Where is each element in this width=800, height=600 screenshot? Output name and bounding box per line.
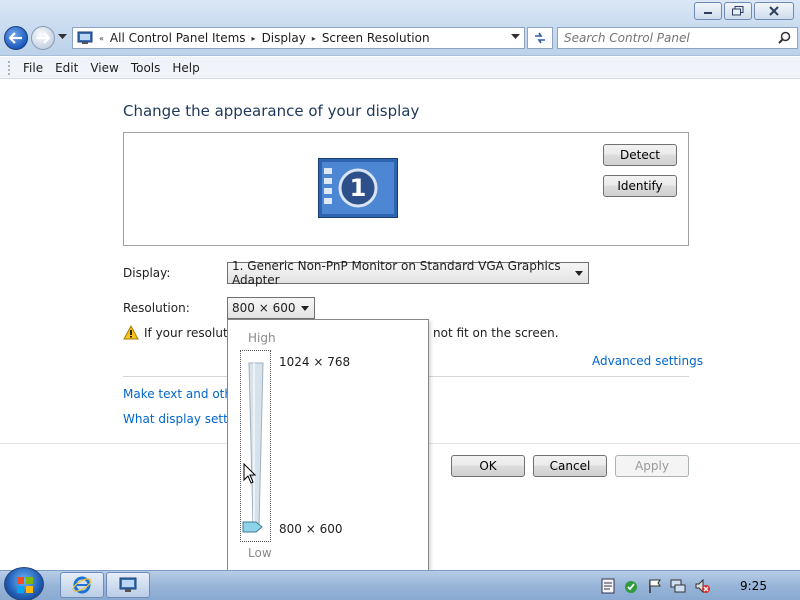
breadcrumb-display[interactable]: Display xyxy=(262,31,306,45)
display-select[interactable]: 1. Generic Non-PnP Monitor on Standard V… xyxy=(227,259,589,287)
address-dropdown-icon[interactable] xyxy=(511,34,520,40)
forward-arrow-icon xyxy=(37,32,50,44)
menu-view[interactable]: View xyxy=(84,61,124,75)
refresh-icon xyxy=(535,32,545,44)
min-resolution-option[interactable]: 800 × 600 xyxy=(279,522,343,536)
warning-text-start: If your resolutio xyxy=(144,326,239,340)
restore-button[interactable] xyxy=(724,2,752,20)
back-button[interactable] xyxy=(4,26,28,50)
detect-label: Detect xyxy=(619,148,660,162)
network-icon[interactable] xyxy=(670,578,686,594)
menu-tools[interactable]: Tools xyxy=(125,61,167,75)
display-label: Display: xyxy=(123,266,171,280)
recent-pages-dropdown-icon[interactable] xyxy=(58,34,67,40)
slider-high-label: High xyxy=(248,331,276,345)
monitor-1-icon[interactable]: 1 xyxy=(318,158,398,218)
resolution-slider-popup: High 1024 × 768 800 × 600 Low xyxy=(227,319,429,571)
slider-low-label: Low xyxy=(248,546,272,560)
page-title: Change the appearance of your display xyxy=(123,102,420,120)
security-icon[interactable] xyxy=(623,578,639,594)
chevron-down-icon xyxy=(575,271,583,276)
resolution-value: 800 × 600 xyxy=(232,301,296,315)
breadcrumb-separator[interactable]: ▸ xyxy=(312,34,316,43)
apply-button: Apply xyxy=(615,455,689,477)
warning-text-end: not fit on the screen. xyxy=(433,326,559,340)
address-bar[interactable]: « All Control Panel Items ▸ Display ▸ Sc… xyxy=(72,27,525,49)
breadcrumb-all-items[interactable]: All Control Panel Items xyxy=(110,31,246,45)
resolution-select[interactable]: 800 × 600 xyxy=(227,297,315,319)
slider-thumb[interactable] xyxy=(242,521,264,533)
max-resolution-option[interactable]: 1024 × 768 xyxy=(279,355,350,369)
breadcrumb-separator[interactable]: ▸ xyxy=(252,34,256,43)
taskbar-clock[interactable]: 9:25 xyxy=(740,579,767,593)
resolution-label: Resolution: xyxy=(123,301,190,315)
back-arrow-icon xyxy=(9,32,22,44)
search-icon[interactable] xyxy=(778,31,791,44)
minimize-icon xyxy=(704,12,712,14)
flag-icon[interactable] xyxy=(647,578,663,594)
restore-icon xyxy=(732,6,744,16)
breadcrumb-screen-resolution[interactable]: Screen Resolution xyxy=(322,31,430,45)
menu-help[interactable]: Help xyxy=(166,61,205,75)
close-button[interactable] xyxy=(754,2,794,20)
display-value: 1. Generic Non-PnP Monitor on Standard V… xyxy=(232,259,561,287)
resolution-slider[interactable] xyxy=(240,350,271,542)
taskbar-internet-explorer[interactable] xyxy=(60,572,104,598)
ok-label: OK xyxy=(479,459,497,473)
advanced-settings-link[interactable]: Advanced settings xyxy=(592,354,703,368)
slider-track xyxy=(248,362,264,527)
menu-file[interactable]: File xyxy=(17,61,49,75)
window-buttons xyxy=(694,2,794,20)
cancel-button[interactable]: Cancel xyxy=(533,455,607,477)
internet-explorer-icon xyxy=(72,576,92,594)
menu-bar: File Edit View Tools Help xyxy=(0,57,800,79)
chevron-down-icon xyxy=(301,306,309,311)
action-center-icon[interactable] xyxy=(600,578,616,594)
forward-button[interactable] xyxy=(31,26,55,50)
ok-button[interactable]: OK xyxy=(451,455,525,477)
apply-label: Apply xyxy=(635,459,669,473)
monitor-number: 1 xyxy=(350,174,367,202)
address-prefix: « xyxy=(99,33,104,43)
cancel-label: Cancel xyxy=(549,459,591,473)
display-settings-icon xyxy=(119,577,137,592)
refresh-button[interactable] xyxy=(527,27,553,49)
minimize-button[interactable] xyxy=(694,2,722,20)
close-icon xyxy=(769,6,779,16)
start-button[interactable] xyxy=(4,567,44,600)
menu-grip xyxy=(8,60,11,75)
warning-icon xyxy=(123,325,139,340)
control-panel-icon xyxy=(77,31,93,44)
detect-button[interactable]: Detect xyxy=(603,144,677,166)
identify-label: Identify xyxy=(617,179,663,193)
menu-edit[interactable]: Edit xyxy=(49,61,84,75)
identify-button[interactable]: Identify xyxy=(603,175,677,197)
mouse-cursor-icon xyxy=(243,463,257,484)
search-input[interactable] xyxy=(557,27,798,49)
windows-logo-icon xyxy=(17,577,33,593)
taskbar-display-settings[interactable] xyxy=(106,572,150,598)
volume-muted-icon[interactable] xyxy=(694,578,710,594)
